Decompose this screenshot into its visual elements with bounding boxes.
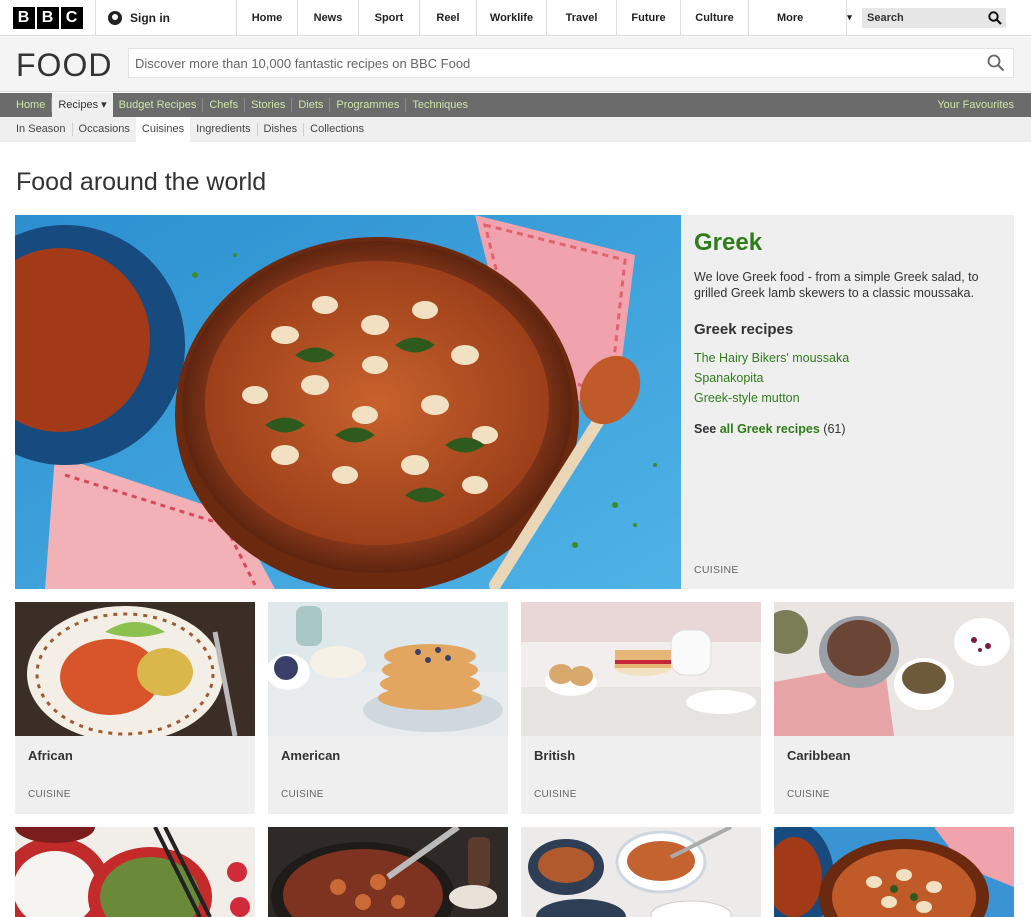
cuisine-image (15, 602, 255, 736)
top-nav-future[interactable]: Future (617, 0, 681, 35)
featured-cuisine[interactable]: Greek We love Greek food - from a simple… (15, 215, 1014, 589)
search-icon[interactable] (988, 11, 1002, 25)
user-icon (108, 10, 122, 25)
more-label: More (777, 11, 804, 24)
bbc-logo-letter: C (60, 6, 83, 29)
subnav-collections[interactable]: Collections (304, 123, 370, 136)
top-nav-reel[interactable]: Reel (420, 0, 477, 35)
cuisine-image (774, 602, 1014, 736)
top-nav-more[interactable]: More ▾ (749, 0, 852, 35)
cuisine-tag: CUISINE (694, 564, 739, 576)
top-nav-home[interactable]: Home (237, 0, 298, 35)
cuisine-image (268, 602, 508, 736)
subnav-in-season[interactable]: In Season (0, 123, 73, 136)
recipe-link[interactable]: Spanakopita (694, 368, 849, 388)
subnav-dishes[interactable]: Dishes (258, 123, 305, 136)
search-icon[interactable] (987, 54, 1005, 72)
recipe-count: (61) (823, 422, 846, 436)
nav-diets[interactable]: Diets (292, 98, 331, 112)
nav-chefs[interactable]: Chefs (203, 98, 246, 112)
recipe-link[interactable]: The Hairy Bikers' moussaka (694, 348, 849, 368)
top-nav-travel[interactable]: Travel (547, 0, 617, 35)
featured-cuisine-description: We love Greek food - from a simple Greek… (694, 270, 979, 300)
cuisine-image (521, 602, 761, 736)
bbc-search-placeholder: Search (867, 12, 904, 24)
top-nav: Home News Sport Reel Worklife Travel Fut… (237, 0, 852, 35)
featured-cuisine-panel: Greek We love Greek food - from a simple… (694, 215, 1014, 589)
top-nav-sport[interactable]: Sport (359, 0, 420, 35)
food-header: FOOD (0, 37, 1031, 92)
bbc-logo-letter: B (36, 6, 59, 29)
cuisine-name: American (281, 748, 341, 763)
cuisine-card-british[interactable]: British CUISINE (521, 602, 761, 814)
recipe-link[interactable]: Greek-style mutton (694, 388, 849, 408)
featured-cuisine-image[interactable] (15, 215, 681, 589)
featured-recipes-heading: Greek recipes (694, 321, 794, 338)
your-favourites-link[interactable]: Your Favourites (937, 99, 1014, 111)
cuisine-card-image[interactable] (774, 827, 1014, 917)
bbc-search-box[interactable]: Search (862, 8, 1006, 28)
cuisine-card-image[interactable] (521, 827, 761, 917)
see-all-recipes-link[interactable]: all Greek recipes (720, 422, 820, 436)
subnav-cuisines[interactable]: Cuisines (135, 117, 191, 142)
food-main-nav: Home Recipes ▾ Budget Recipes Chefs Stor… (0, 93, 1031, 117)
bbc-logo[interactable]: B B C (0, 0, 96, 35)
top-nav-culture[interactable]: Culture (681, 0, 749, 35)
subnav-ingredients[interactable]: Ingredients (190, 123, 258, 136)
sign-in-label: Sign in (130, 10, 170, 25)
cuisine-tag: CUISINE (281, 789, 324, 800)
cuisine-name: African (28, 748, 73, 763)
cuisine-tag: CUISINE (534, 789, 577, 800)
nav-budget-recipes[interactable]: Budget Recipes (113, 98, 204, 112)
subnav-occasions[interactable]: Occasions (73, 123, 136, 136)
bbc-logo-letter: B (12, 6, 35, 29)
see-all-prefix: See (694, 422, 720, 436)
cuisine-card-american[interactable]: American CUISINE (268, 602, 508, 814)
nav-programmes[interactable]: Programmes (330, 98, 407, 112)
cuisine-card-caribbean[interactable]: Caribbean CUISINE (774, 602, 1014, 814)
food-logo[interactable]: FOOD (16, 47, 112, 84)
see-all-recipes: See all Greek recipes (61) (694, 422, 846, 436)
nav-stories[interactable]: Stories (245, 98, 293, 112)
recipe-search-input[interactable] (135, 55, 935, 71)
recipe-search-bar (128, 48, 1014, 78)
nav-home[interactable]: Home (0, 98, 53, 112)
nav-recipes[interactable]: Recipes ▾ (52, 93, 113, 117)
cuisine-name: British (534, 748, 576, 763)
cuisine-tag: CUISINE (28, 789, 71, 800)
cuisine-name: Caribbean (787, 748, 851, 763)
cuisine-card-image[interactable] (15, 827, 255, 917)
chevron-down-icon: ▾ (847, 12, 852, 22)
top-nav-news[interactable]: News (298, 0, 359, 35)
top-nav-worklife[interactable]: Worklife (477, 0, 547, 35)
featured-cuisine-name[interactable]: Greek (694, 229, 762, 257)
cuisine-tag: CUISINE (787, 789, 830, 800)
food-sub-nav: In Season Occasions Cuisines Ingredients… (0, 117, 1031, 142)
sign-in-link[interactable]: Sign in (96, 0, 237, 35)
bbc-top-bar: B B C Sign in Home News Sport Reel Workl… (0, 0, 1031, 36)
page-title: Food around the world (16, 168, 267, 196)
featured-recipe-list: The Hairy Bikers' moussaka Spanakopita G… (694, 348, 849, 408)
cuisine-card-african[interactable]: African CUISINE (15, 602, 255, 814)
nav-techniques[interactable]: Techniques (406, 98, 474, 112)
cuisine-card-image[interactable] (268, 827, 508, 917)
